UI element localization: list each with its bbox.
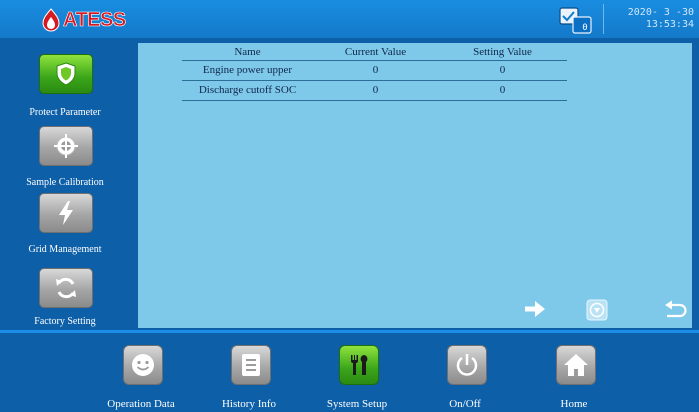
table-header-row: Name Current Value Setting Value xyxy=(182,43,567,61)
sidebar-item-label: Factory Setting xyxy=(34,316,96,327)
nav-item-home[interactable]: Home xyxy=(519,343,629,412)
history-info-tile[interactable] xyxy=(231,345,271,385)
sidebar: Protect Parameter Sample Calibration Gri… xyxy=(0,38,130,330)
sidebar-item-sample-calibration[interactable]: Sample Calibration xyxy=(0,116,130,188)
grid-management-tile[interactable] xyxy=(39,193,93,233)
shield-icon xyxy=(56,62,76,86)
smiley-icon xyxy=(132,354,154,376)
logo-text: ATESS xyxy=(63,8,127,31)
flame-icon xyxy=(42,8,60,32)
table-row[interactable]: Discharge cutoff SOC 0 0 xyxy=(182,80,567,101)
bottom-nav: Operation Data History Info System Setup… xyxy=(0,330,699,412)
sidebar-item-label: Grid Management xyxy=(28,244,102,255)
protect-parameter-tile[interactable] xyxy=(39,54,93,94)
brand-logo: ATESS xyxy=(40,8,126,32)
tools-icon xyxy=(351,355,368,375)
arrow-right-icon[interactable] xyxy=(523,299,547,319)
power-icon xyxy=(456,354,478,376)
datetime-display: 2020- 3 -30 13:53:34 xyxy=(608,7,694,31)
param-name: Discharge cutoff SOC xyxy=(182,80,313,101)
param-name: Engine power upper xyxy=(182,60,313,81)
download-icon[interactable] xyxy=(586,299,608,321)
nav-item-on-off[interactable]: On/Off xyxy=(410,343,520,412)
time-text: 13:53:34 xyxy=(645,19,694,30)
sidebar-item-protect-parameter[interactable]: Protect Parameter xyxy=(0,46,130,118)
date-text: 2020- 3 -30 xyxy=(627,7,694,18)
operation-data-tile[interactable] xyxy=(123,345,163,385)
hmi-screen: ATESS 0 2020- 3 -30 13:53:34 Protect Par… xyxy=(0,0,699,412)
column-header-name: Name xyxy=(182,43,313,61)
sample-calibration-tile[interactable] xyxy=(39,126,93,166)
on-off-tile[interactable] xyxy=(447,345,487,385)
table-row[interactable]: Engine power upper 0 0 xyxy=(182,60,567,81)
nav-item-system-setup[interactable]: System Setup xyxy=(302,343,412,412)
header-divider xyxy=(603,4,604,34)
nav-item-label: Home xyxy=(560,398,588,410)
param-setting-value[interactable]: 0 xyxy=(438,80,567,101)
param-current-value: 0 xyxy=(313,80,438,101)
sidebar-item-grid-management[interactable]: Grid Management xyxy=(0,186,130,256)
nav-item-history-info[interactable]: History Info xyxy=(194,343,304,412)
message-count: 0 xyxy=(582,23,588,33)
factory-setting-tile[interactable] xyxy=(39,268,93,308)
nav-item-label: System Setup xyxy=(326,398,388,410)
nav-item-label: Operation Data xyxy=(107,398,175,410)
home-icon xyxy=(564,354,588,376)
column-header-current-value: Current Value xyxy=(313,43,438,61)
param-current-value: 0 xyxy=(313,60,438,81)
refresh-icon xyxy=(56,277,76,299)
list-icon xyxy=(242,354,260,376)
content-panel: Name Current Value Setting Value Engine … xyxy=(138,43,692,328)
nav-item-label: On/Off xyxy=(449,398,481,410)
home-tile[interactable] xyxy=(556,345,596,385)
header-bar: ATESS 0 2020- 3 -30 13:53:34 xyxy=(0,0,699,38)
parameter-table: Name Current Value Setting Value Engine … xyxy=(182,43,567,101)
nav-item-label: History Info xyxy=(221,398,277,410)
param-setting-value[interactable]: 0 xyxy=(438,60,567,81)
return-icon[interactable] xyxy=(663,300,687,320)
sidebar-item-factory-setting[interactable]: Factory Setting xyxy=(0,256,130,327)
column-header-setting-value: Setting Value xyxy=(438,43,567,61)
target-icon xyxy=(54,134,78,158)
system-setup-tile[interactable] xyxy=(339,345,379,385)
nav-item-operation-data[interactable]: Operation Data xyxy=(86,343,196,412)
lightning-icon xyxy=(59,201,73,225)
